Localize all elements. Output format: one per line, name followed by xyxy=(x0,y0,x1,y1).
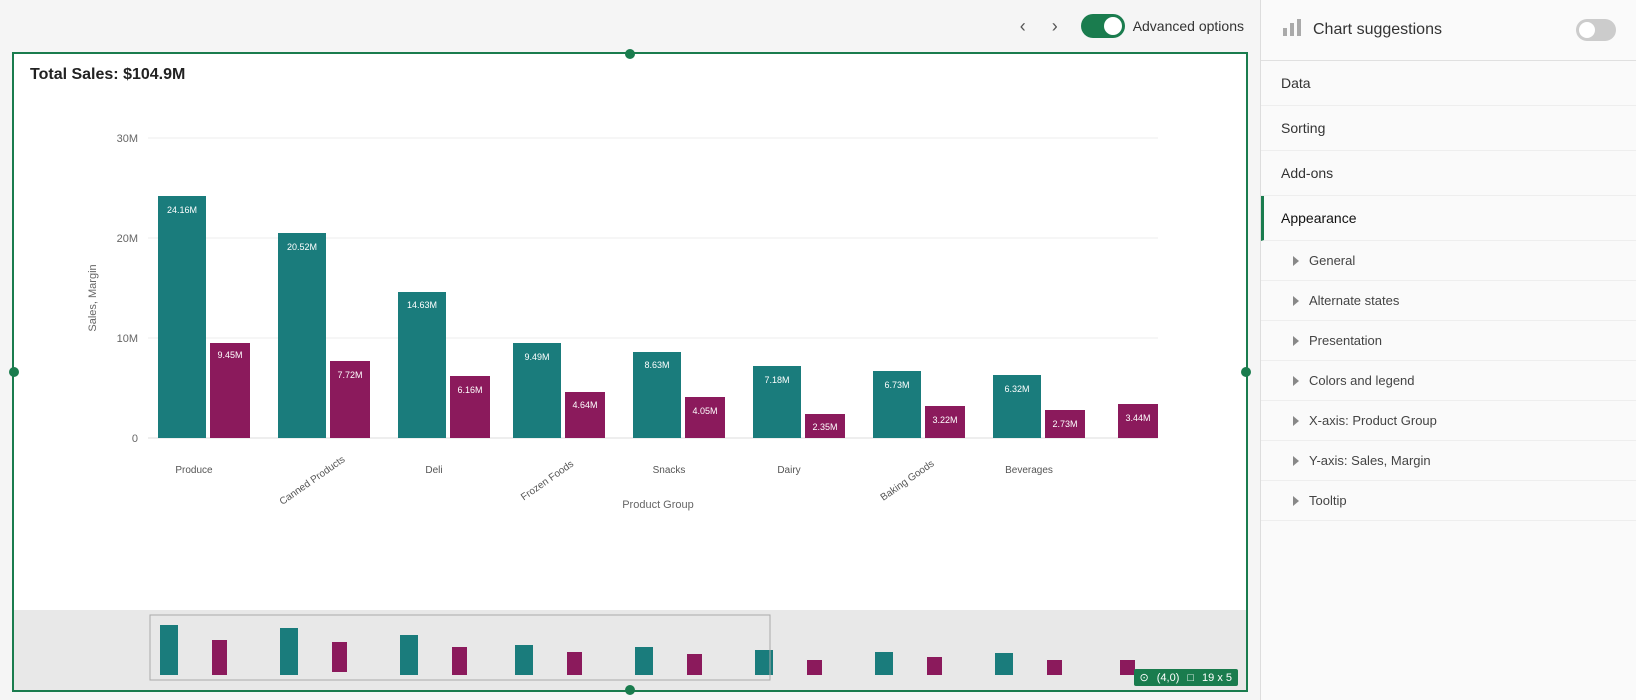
svg-text:6.16M: 6.16M xyxy=(457,385,482,395)
nav-next-button[interactable]: › xyxy=(1041,12,1069,40)
menu-item-addons[interactable]: Add-ons xyxy=(1261,151,1636,196)
menu-item-appearance-label: Appearance xyxy=(1281,210,1357,226)
svg-text:6.32M: 6.32M xyxy=(1004,384,1029,394)
svg-text:3.22M: 3.22M xyxy=(932,415,957,425)
sub-item-xaxis-label: X-axis: Product Group xyxy=(1309,413,1437,428)
panel-header-left: Chart suggestions xyxy=(1281,16,1442,44)
nav-arrows: ‹ › xyxy=(1009,12,1069,40)
svg-text:3.44M: 3.44M xyxy=(1125,413,1150,423)
handle-top[interactable] xyxy=(625,49,635,59)
toolbar: ‹ › Advanced options xyxy=(0,0,1260,52)
svg-text:8.63M: 8.63M xyxy=(644,360,669,370)
menu-item-addons-label: Add-ons xyxy=(1281,165,1333,181)
menu-item-sorting-label: Sorting xyxy=(1281,120,1325,136)
svg-text:2.73M: 2.73M xyxy=(1052,419,1077,429)
mini-chart xyxy=(14,610,1246,690)
chevron-presentation xyxy=(1293,336,1299,346)
handle-left[interactable] xyxy=(9,367,19,377)
handle-bottom[interactable] xyxy=(625,685,635,695)
svg-text:4.05M: 4.05M xyxy=(692,406,717,416)
sub-item-xaxis[interactable]: X-axis: Product Group xyxy=(1261,401,1636,441)
svg-text:Sales, Margin: Sales, Margin xyxy=(87,264,99,331)
sub-item-presentation-label: Presentation xyxy=(1309,333,1382,348)
advanced-options-toggle[interactable] xyxy=(1081,14,1125,38)
sub-item-colors-legend[interactable]: Colors and legend xyxy=(1261,361,1636,401)
svg-text:Deli: Deli xyxy=(425,465,442,476)
chevron-tooltip xyxy=(1293,496,1299,506)
svg-text:9.49M: 9.49M xyxy=(524,352,549,362)
svg-text:6.73M: 6.73M xyxy=(884,380,909,390)
chevron-yaxis xyxy=(1293,456,1299,466)
svg-text:24.16M: 24.16M xyxy=(167,205,197,215)
svg-text:4.64M: 4.64M xyxy=(572,400,597,410)
svg-text:20M: 20M xyxy=(117,233,138,245)
sub-item-colors-legend-label: Colors and legend xyxy=(1309,373,1415,388)
menu-item-data-label: Data xyxy=(1281,75,1311,91)
svg-text:20.52M: 20.52M xyxy=(287,242,317,252)
status-bar: ⊙ (4,0) □ 19 x 5 xyxy=(1134,669,1238,686)
status-coords: (4,0) xyxy=(1157,672,1180,684)
panel-header: Chart suggestions xyxy=(1261,0,1636,61)
menu-item-data[interactable]: Data xyxy=(1261,61,1636,106)
chevron-colors-legend xyxy=(1293,376,1299,386)
svg-text:Beverages: Beverages xyxy=(1005,465,1053,476)
panel-menu: Data Sorting Add-ons Appearance General … xyxy=(1261,61,1636,521)
sub-item-tooltip-label: Tooltip xyxy=(1309,493,1347,508)
svg-text:2.35M: 2.35M xyxy=(812,422,837,432)
sub-item-yaxis-label: Y-axis: Sales, Margin xyxy=(1309,453,1431,468)
main-area: ‹ › Advanced options Total Sales: $104.9… xyxy=(0,0,1260,700)
svg-text:30M: 30M xyxy=(117,133,138,145)
status-size: 19 x 5 xyxy=(1202,672,1232,684)
advanced-options-toggle-container: Advanced options xyxy=(1081,14,1244,38)
svg-text:14.63M: 14.63M xyxy=(407,300,437,310)
svg-text:10M: 10M xyxy=(117,333,138,345)
status-icon: ⊙ xyxy=(1140,671,1149,684)
svg-text:Snacks: Snacks xyxy=(653,465,686,476)
sub-item-general[interactable]: General xyxy=(1261,241,1636,281)
svg-text:Product Group: Product Group xyxy=(622,499,694,511)
chevron-xaxis xyxy=(1293,416,1299,426)
chevron-general xyxy=(1293,256,1299,266)
svg-text:Frozen Foods: Frozen Foods xyxy=(519,459,576,503)
chart-svg: 30M 20M 10M 0 Sales, Margin 24.16M 9.45M… xyxy=(18,88,1238,518)
svg-text:7.72M: 7.72M xyxy=(337,370,362,380)
chart-title: Total Sales: $104.9M xyxy=(14,54,1246,88)
svg-text:7.18M: 7.18M xyxy=(764,375,789,385)
advanced-options-label: Advanced options xyxy=(1133,18,1244,34)
menu-item-sorting[interactable]: Sorting xyxy=(1261,106,1636,151)
svg-text:9.45M: 9.45M xyxy=(217,350,242,360)
svg-text:Produce: Produce xyxy=(175,465,213,476)
sub-item-presentation[interactable]: Presentation xyxy=(1261,321,1636,361)
svg-text:0: 0 xyxy=(132,433,138,445)
sub-item-yaxis[interactable]: Y-axis: Sales, Margin xyxy=(1261,441,1636,481)
sub-item-alternate-states[interactable]: Alternate states xyxy=(1261,281,1636,321)
handle-right[interactable] xyxy=(1241,367,1251,377)
menu-item-appearance[interactable]: Appearance xyxy=(1261,196,1636,241)
sub-item-general-label: General xyxy=(1309,253,1355,268)
sub-item-tooltip[interactable]: Tooltip xyxy=(1261,481,1636,521)
nav-prev-button[interactable]: ‹ xyxy=(1009,12,1037,40)
chart-container: Total Sales: $104.9M 30M 20M 10M 0 Sales… xyxy=(12,52,1248,692)
chart-suggestions-icon xyxy=(1281,16,1303,44)
panel-title: Chart suggestions xyxy=(1313,21,1442,39)
sub-item-alternate-states-label: Alternate states xyxy=(1309,293,1399,308)
svg-text:Baking Goods: Baking Goods xyxy=(879,458,937,503)
right-panel: Chart suggestions Data Sorting Add-ons A… xyxy=(1260,0,1636,700)
status-sep: □ xyxy=(1187,672,1194,684)
chevron-alternate-states xyxy=(1293,296,1299,306)
chart-suggestions-toggle[interactable] xyxy=(1576,19,1616,41)
svg-text:Dairy: Dairy xyxy=(777,465,800,476)
svg-text:Canned Products: Canned Products xyxy=(278,454,348,507)
